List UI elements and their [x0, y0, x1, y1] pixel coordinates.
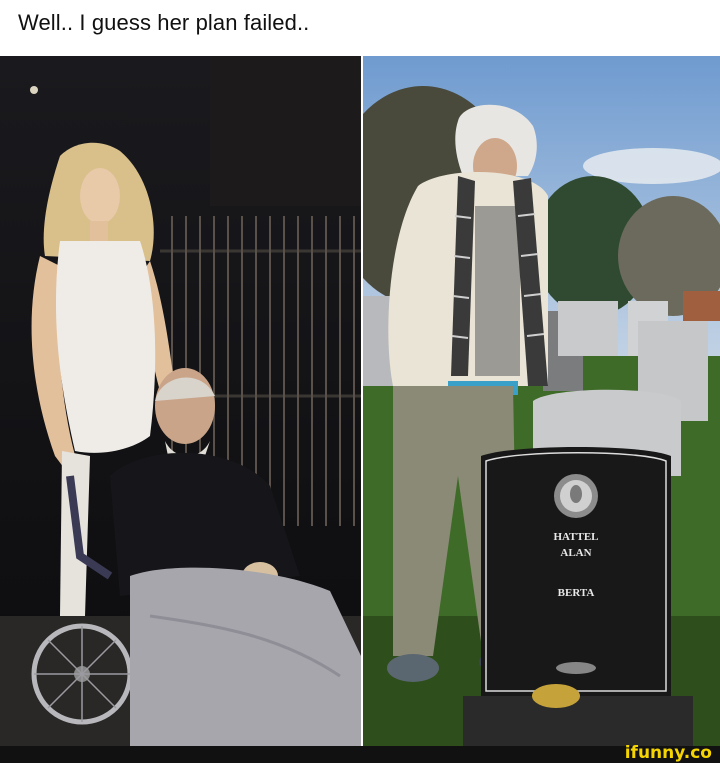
footer-bar: ifunny.co [0, 743, 720, 763]
ifunny-watermark: ifunny.co [624, 743, 712, 763]
meme-caption: Well.. I guess her plan failed.. [18, 10, 310, 35]
headstone-line-3: BERTA [558, 587, 595, 599]
caption-bar: Well.. I guess her plan failed.. [0, 0, 720, 56]
headstone-line-2: ALAN [560, 547, 591, 559]
headstone-line-1: HATTEL [553, 531, 598, 543]
left-photo-illustration [0, 56, 361, 746]
right-photo-illustration: HATTEL ALAN BERTA [363, 56, 720, 746]
left-photo [0, 56, 361, 746]
right-photo: HATTEL ALAN BERTA [363, 56, 720, 746]
